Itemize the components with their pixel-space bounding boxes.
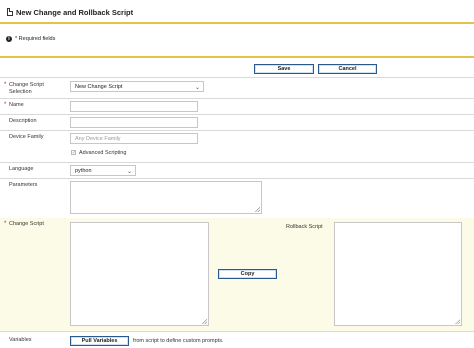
device-family-placeholder: Any Device Family: [75, 136, 121, 142]
advanced-scripting-label: Advanced Scripting: [79, 150, 127, 156]
change-script-label: * Change Script: [4, 221, 44, 228]
document-icon: [7, 8, 13, 16]
change-script-label-text: Change Script: [9, 221, 44, 227]
divider: [0, 114, 474, 115]
parameters-textarea[interactable]: [70, 181, 262, 214]
required-star: *: [4, 102, 7, 108]
required-fields-note: * Required fields: [15, 36, 56, 42]
variables-label: Variables: [9, 337, 32, 343]
divider: [0, 98, 474, 99]
save-button[interactable]: Save: [254, 64, 314, 74]
variables-hint: from script to define custom prompts.: [133, 338, 224, 344]
description-label: Description: [9, 118, 37, 124]
cancel-button[interactable]: Cancel: [318, 64, 377, 74]
change-script-textarea[interactable]: [70, 222, 209, 326]
chevron-down-icon: ⌄: [126, 169, 132, 175]
pull-variables-button[interactable]: Pull Variables: [70, 336, 129, 346]
divider: [0, 178, 474, 179]
info-icon: i: [6, 36, 12, 42]
language-value: python: [75, 168, 92, 174]
divider: [0, 77, 474, 78]
device-family-label: Device Family: [9, 134, 44, 140]
change-script-selection-label-text: Change Script Selection: [9, 82, 44, 95]
change-script-selection-value: New Change Script: [75, 84, 123, 90]
copy-button[interactable]: Copy: [218, 269, 277, 279]
resize-handle-icon[interactable]: [455, 319, 460, 324]
name-input[interactable]: [70, 101, 198, 112]
page-title: New Change and Rollback Script: [16, 8, 134, 17]
language-dropdown[interactable]: python ⌄: [70, 165, 136, 176]
rollback-script-label: Rollback Script: [286, 224, 323, 230]
divider: [0, 56, 474, 58]
divider: [0, 162, 474, 163]
rollback-script-textarea[interactable]: [334, 222, 462, 326]
chevron-down-icon: ⌄: [194, 85, 200, 91]
device-family-input[interactable]: Any Device Family: [70, 133, 198, 144]
language-label: Language: [9, 166, 34, 172]
description-input[interactable]: [70, 117, 198, 128]
name-label-text: Name: [9, 102, 24, 108]
change-script-selection-label: * Change Script Selection: [4, 82, 64, 96]
resize-handle-icon[interactable]: [202, 319, 207, 324]
resize-handle-icon[interactable]: [255, 207, 260, 212]
required-star: *: [4, 221, 7, 227]
advanced-scripting-checkbox[interactable]: ✓: [71, 150, 76, 156]
required-star: *: [4, 82, 7, 88]
divider: [0, 331, 474, 332]
parameters-label: Parameters: [9, 182, 38, 188]
divider: [0, 130, 474, 131]
change-script-selection-dropdown[interactable]: New Change Script ⌄: [70, 81, 204, 92]
name-label: * Name: [4, 102, 24, 109]
